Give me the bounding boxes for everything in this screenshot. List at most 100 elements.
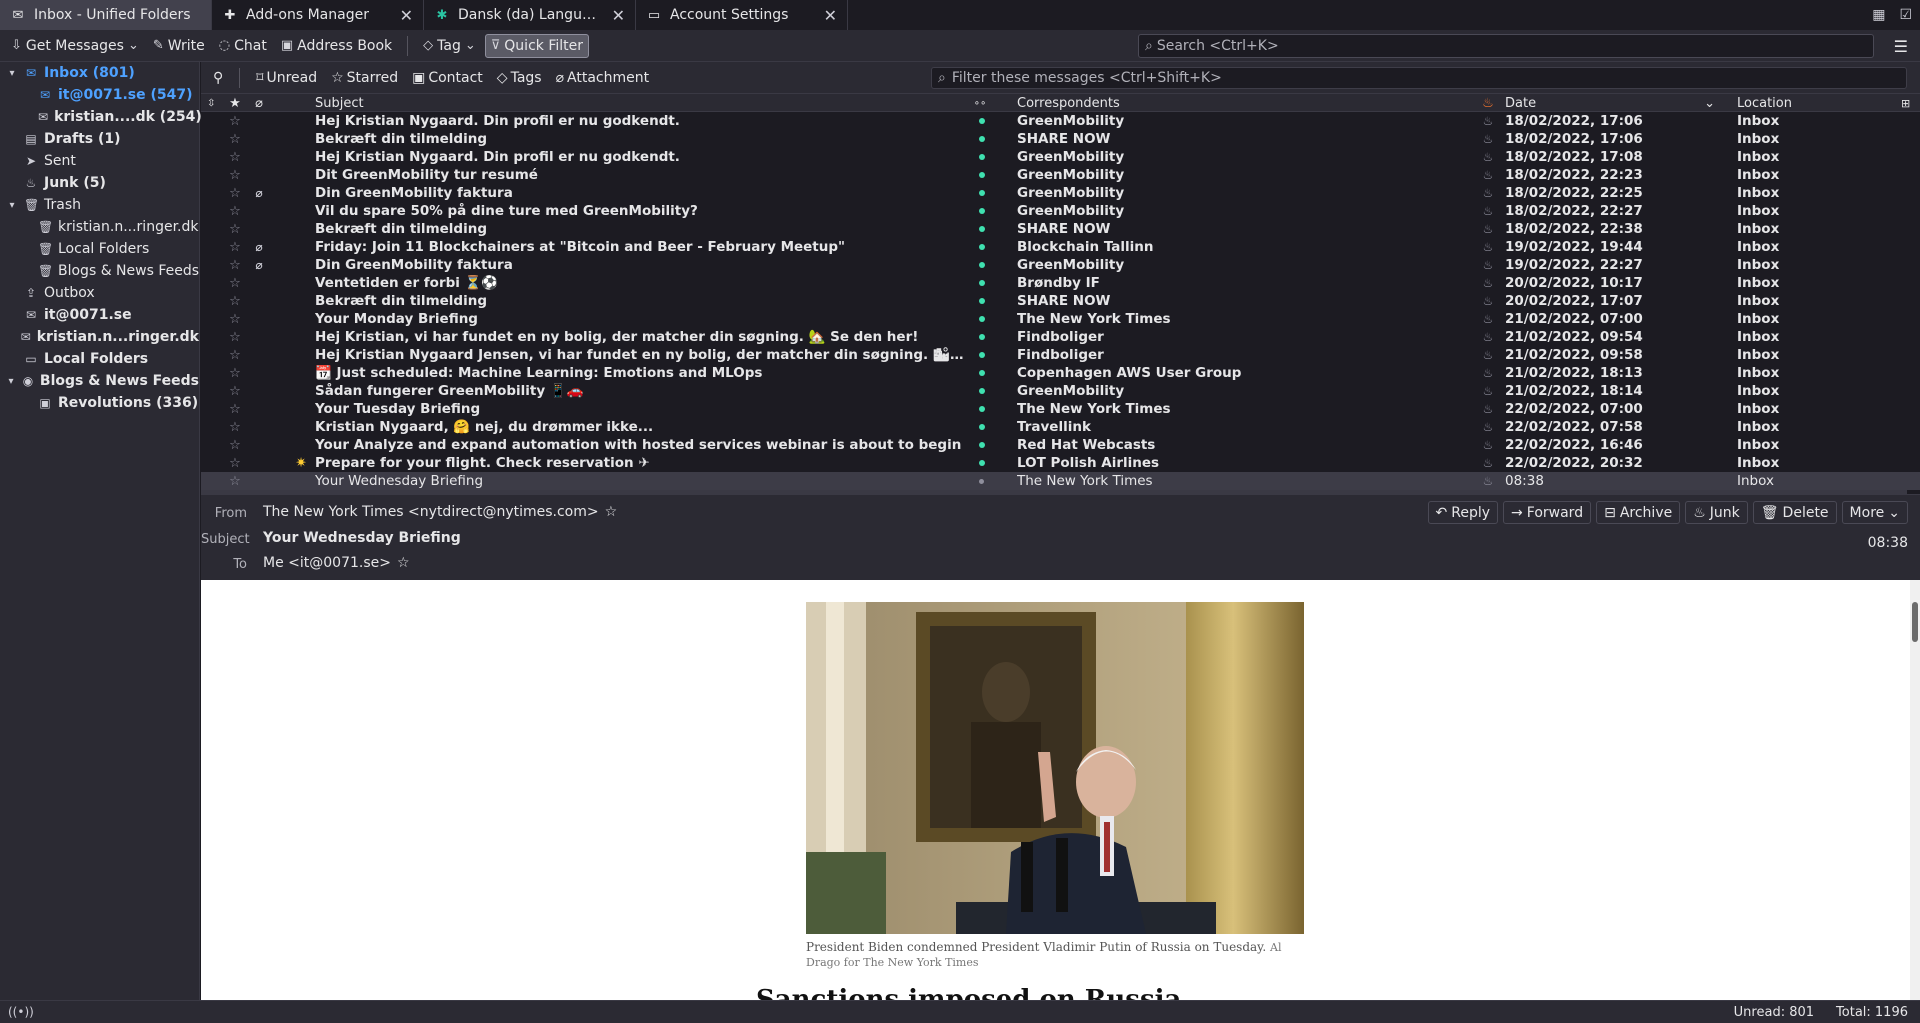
write-button[interactable]: ✎ Write xyxy=(148,35,210,57)
read-status-icon[interactable] xyxy=(969,328,991,346)
junk-status-icon[interactable]: ♨ xyxy=(1477,436,1499,454)
junk-status-icon[interactable]: ♨ xyxy=(1477,148,1499,166)
star-icon[interactable]: ☆ xyxy=(225,202,245,220)
message-row[interactable]: ☆ Hej Kristian, vi har fundet en ny bolig… xyxy=(201,328,1920,346)
read-status-icon[interactable] xyxy=(969,454,991,472)
tab-account-settings[interactable]: ▭ Account Settings ✕ xyxy=(636,0,848,30)
junk-column-icon[interactable]: ♨ xyxy=(1477,94,1499,112)
article-headline[interactable]: Sanctions imposed on Russia xyxy=(756,985,1356,1000)
twisty-icon[interactable]: ▾ xyxy=(6,200,18,211)
star-icon[interactable]: ☆ xyxy=(225,220,245,238)
calendar-icon[interactable]: ▦ xyxy=(1872,7,1885,23)
star-icon[interactable]: ☆ xyxy=(225,166,245,184)
message-row[interactable]: ☆ Hej Kristian Nygaard. Din profil er nu … xyxy=(201,148,1920,166)
junk-status-icon[interactable]: ♨ xyxy=(1477,400,1499,418)
star-icon[interactable]: ☆ xyxy=(225,238,245,256)
folder-item[interactable]: ▾ 🗑 Trash xyxy=(0,194,199,216)
star-icon[interactable]: ☆ xyxy=(225,436,245,454)
body-scrollbar-thumb[interactable] xyxy=(1912,602,1918,642)
hamburger-menu-icon[interactable]: ☰ xyxy=(1894,37,1908,56)
folder-item[interactable]: ♨ Junk (5) xyxy=(0,172,199,194)
filter-attachment-button[interactable]: ⌀ Attachment xyxy=(552,68,654,88)
correspondents-column-header[interactable]: Correspondents xyxy=(1017,94,1477,112)
junk-button[interactable]: ♨ Junk xyxy=(1685,501,1748,524)
from-address[interactable]: The New York Times <nytdirect@nytimes.co… xyxy=(263,504,599,520)
folder-item[interactable]: ▭ Local Folders xyxy=(0,348,199,370)
read-status-icon[interactable] xyxy=(969,220,991,238)
close-icon[interactable]: ✕ xyxy=(400,6,413,25)
junk-status-icon[interactable]: ♨ xyxy=(1477,418,1499,436)
junk-status-icon[interactable]: ♨ xyxy=(1477,112,1499,130)
folder-item[interactable]: ➤ Sent xyxy=(0,150,199,172)
read-status-icon[interactable] xyxy=(969,310,991,328)
star-icon[interactable]: ☆ xyxy=(225,310,245,328)
twisty-icon[interactable]: ▾ xyxy=(6,68,18,79)
read-status-icon[interactable] xyxy=(969,130,991,148)
tab-language-pack[interactable]: ✱ Dansk (da) Language Pack ✕ xyxy=(424,0,636,30)
folder-item[interactable]: ✉ kristian....dk (254) xyxy=(0,106,202,128)
tab-inbox[interactable]: ✉ Inbox - Unified Folders xyxy=(0,0,212,30)
message-row[interactable]: ☆ ⌀ Friday: Join 11 Blockchainers at "Bitc… xyxy=(201,238,1920,256)
read-status-icon[interactable] xyxy=(969,166,991,184)
archive-button[interactable]: ⊟ Archive xyxy=(1596,501,1681,524)
location-column-header[interactable]: Location xyxy=(1737,94,1907,112)
star-icon[interactable]: ☆ xyxy=(225,382,245,400)
message-row[interactable]: ☆ Bekræft din tilmelding SHARE NOW ♨ 20/02/2… xyxy=(201,292,1920,310)
filter-contact-button[interactable]: ▣ Contact xyxy=(408,68,487,88)
star-icon[interactable]: ☆ xyxy=(225,292,245,310)
filter-unread-button[interactable]: ⌑ Unread xyxy=(252,68,321,88)
junk-status-icon[interactable]: ♨ xyxy=(1477,292,1499,310)
folder-item[interactable]: ▾ ◉ Blogs & News Feeds xyxy=(0,370,199,392)
sticky-pin-button[interactable]: ⚲ xyxy=(209,68,227,88)
read-status-icon[interactable] xyxy=(969,382,991,400)
junk-status-icon[interactable]: ♨ xyxy=(1477,274,1499,292)
star-icon[interactable]: ☆ xyxy=(225,328,245,346)
read-status-icon[interactable] xyxy=(969,292,991,310)
message-row[interactable]: ☆ Dit GreenMobility tur resumé GreenMobili… xyxy=(201,166,1920,184)
read-status-icon[interactable] xyxy=(969,274,991,292)
twisty-icon[interactable]: ▾ xyxy=(6,376,16,387)
read-status-icon[interactable] xyxy=(969,256,991,274)
read-status-icon[interactable] xyxy=(969,418,991,436)
global-search-input[interactable]: ⌕ Search <Ctrl+K> xyxy=(1138,34,1874,58)
read-status-icon[interactable] xyxy=(969,184,991,202)
chevron-down-icon[interactable]: ⌄ xyxy=(128,38,139,53)
junk-status-icon[interactable]: ♨ xyxy=(1477,256,1499,274)
online-status-icon[interactable]: ((•)) xyxy=(8,1005,34,1019)
star-icon[interactable]: ☆ xyxy=(605,504,618,520)
junk-status-icon[interactable]: ♨ xyxy=(1477,220,1499,238)
message-row[interactable]: ☆ Hej Kristian Nygaard. Din profil er nu … xyxy=(201,112,1920,130)
quick-filter-button[interactable]: ⊽ Quick Filter xyxy=(484,33,589,58)
junk-status-icon[interactable]: ♨ xyxy=(1477,382,1499,400)
folder-item[interactable]: ▾ ✉ Inbox (801) xyxy=(0,62,199,84)
star-icon[interactable]: ☆ xyxy=(225,364,245,382)
read-status-icon[interactable] xyxy=(969,346,991,364)
filter-tags-button[interactable]: ◇ Tags xyxy=(493,68,546,88)
forward-button[interactable]: → Forward xyxy=(1503,501,1592,524)
star-icon[interactable]: ☆ xyxy=(225,418,245,436)
message-row[interactable]: ☆ Bekræft din tilmelding SHARE NOW ♨ 18/02/2… xyxy=(201,220,1920,238)
junk-status-icon[interactable]: ♨ xyxy=(1477,166,1499,184)
tab-addons-manager[interactable]: ✚ Add-ons Manager ✕ xyxy=(212,0,424,30)
message-row[interactable]: ☆ ✷ Prepare for your flight. Check reserva… xyxy=(201,454,1920,472)
delete-button[interactable]: 🗑 Delete xyxy=(1752,501,1837,524)
filter-starred-button[interactable]: ☆ Starred xyxy=(327,68,402,88)
to-address[interactable]: Me <it@0071.se> xyxy=(263,555,391,571)
tag-button[interactable]: ◇ Tag ⌄ xyxy=(418,35,481,57)
message-row[interactable]: ☆ Hej Kristian Nygaard Jensen, vi har fun… xyxy=(201,346,1920,364)
star-icon[interactable]: ☆ xyxy=(225,472,245,490)
star-icon[interactable]: ☆ xyxy=(225,130,245,148)
folder-item[interactable]: ▣ Revolutions (336) xyxy=(0,392,199,414)
star-icon[interactable]: ☆ xyxy=(225,148,245,166)
folder-item[interactable]: ✉ it@0071.se xyxy=(0,304,199,326)
close-icon[interactable]: ✕ xyxy=(612,6,625,25)
junk-status-icon[interactable]: ♨ xyxy=(1477,364,1499,382)
folder-item[interactable]: ✉ it@0071.se (547) xyxy=(0,84,199,106)
read-status-icon[interactable] xyxy=(969,472,991,490)
attachment-column-icon[interactable]: ⌀ xyxy=(249,94,269,112)
more-button[interactable]: More ⌄ xyxy=(1841,501,1908,524)
star-icon[interactable]: ☆ xyxy=(397,555,410,571)
read-status-icon[interactable] xyxy=(969,436,991,454)
message-row[interactable]: ☆ Vil du spare 50% på dine ture med Green… xyxy=(201,202,1920,220)
folder-item[interactable]: 🗑 Blogs & News Feeds xyxy=(0,260,199,282)
